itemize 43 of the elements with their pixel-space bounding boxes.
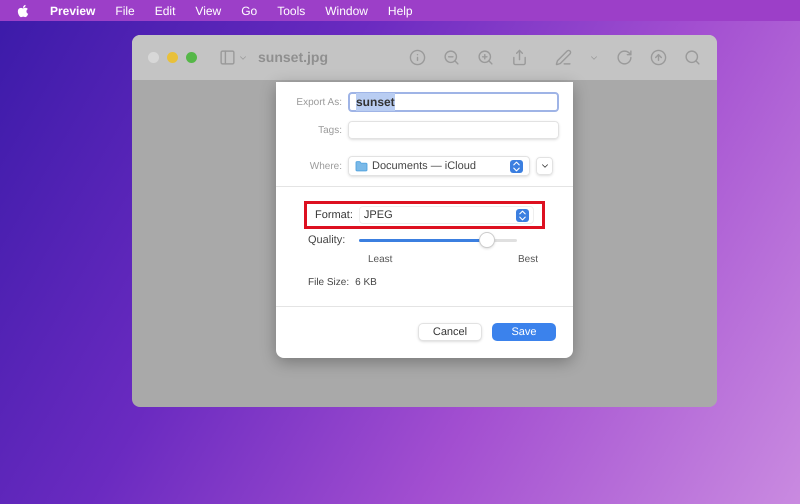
field-label: Tags: — [317, 124, 342, 138]
menu-item[interactable]: Help — [388, 2, 413, 20]
menu-item[interactable]: Preview — [50, 2, 96, 20]
location-popup[interactable]: Documents — iCloud — [348, 156, 530, 176]
rotate-icon[interactable] — [616, 49, 633, 66]
folder-icon — [355, 160, 368, 172]
file-size-value: 6 KB — [355, 276, 377, 290]
slider-min-label: Least — [368, 253, 392, 267]
input-field[interactable]: sunset — [348, 92, 559, 112]
menu-item[interactable]: Go — [241, 2, 258, 20]
share-icon[interactable] — [511, 49, 528, 66]
cancel-button[interactable]: Cancel — [418, 323, 482, 341]
slider-max-label: Best — [518, 253, 538, 267]
field-label: Format: — [315, 208, 353, 223]
field-label: File Size: — [308, 276, 350, 290]
save-button[interactable]: Save — [492, 323, 556, 341]
tags-field[interactable] — [348, 121, 559, 139]
menu-item[interactable]: View — [195, 2, 222, 20]
quality-slider[interactable] — [359, 231, 518, 249]
field-label: Export As: — [295, 96, 342, 110]
menu-item[interactable]: Tools — [277, 2, 306, 20]
stepper-icon — [510, 160, 523, 172]
field-label: Where: — [308, 160, 342, 174]
markup-icon[interactable] — [555, 49, 572, 66]
search-icon[interactable] — [684, 49, 701, 66]
field-label: Quality: — [308, 232, 346, 248]
menu-item[interactable]: Edit — [154, 2, 176, 20]
menu-item[interactable]: File — [115, 2, 135, 20]
format-popup[interactable]: JPEG — [358, 206, 534, 224]
sidebar-icon[interactable] — [219, 49, 236, 66]
location-value: Documents — iCloud — [372, 158, 476, 174]
slider-thumb[interactable] — [479, 232, 496, 248]
minimize-button[interactable] — [167, 52, 178, 63]
zoom-in-icon[interactable] — [477, 49, 494, 66]
menu-item[interactable]: Window — [325, 2, 368, 20]
zoom-out-icon[interactable] — [443, 49, 460, 66]
info-icon[interactable] — [409, 49, 426, 66]
selected-text: sunset — [356, 93, 395, 111]
expand-button[interactable] — [536, 157, 553, 175]
zoom-button[interactable] — [186, 52, 197, 63]
stepper-icon — [516, 208, 529, 222]
format-value: JPEG — [364, 208, 393, 223]
apple-icon[interactable] — [16, 4, 30, 18]
